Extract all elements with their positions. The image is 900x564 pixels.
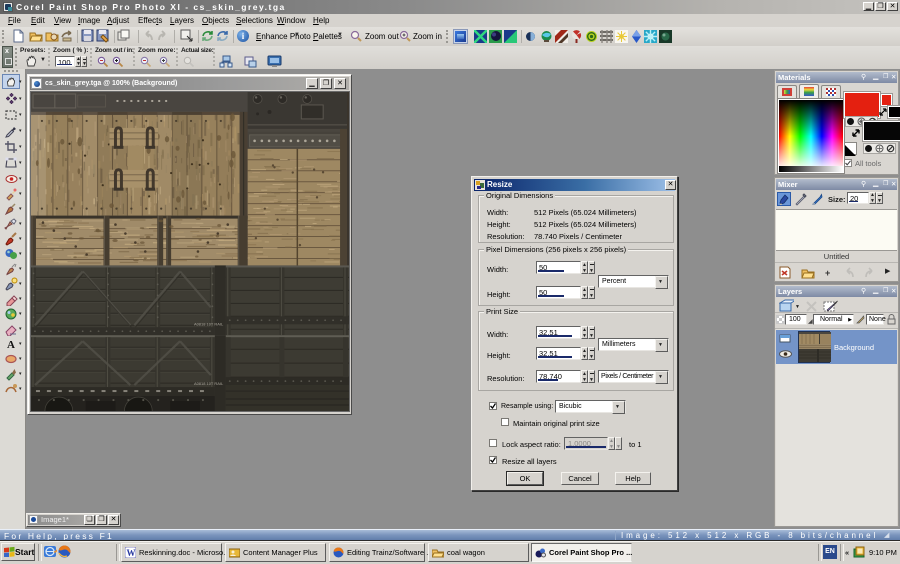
svg-text:A: A — [7, 339, 15, 351]
svg-text:W: W — [127, 548, 136, 558]
svg-text:A0818 10T RAIL: A0818 10T RAIL — [194, 381, 224, 386]
svg-text:A0818 10T RAIL: A0818 10T RAIL — [194, 321, 224, 326]
